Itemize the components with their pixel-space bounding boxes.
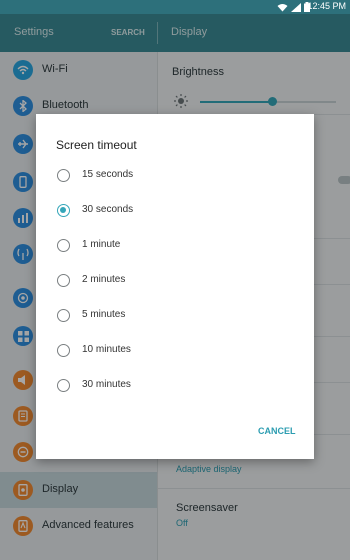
- wifi-icon: [277, 3, 288, 11]
- radio-button[interactable]: [57, 379, 70, 392]
- timeout-option[interactable]: 5 minutes: [36, 301, 314, 331]
- radio-button[interactable]: [57, 309, 70, 322]
- option-label: 1 minute: [82, 239, 121, 250]
- option-label: 15 seconds: [82, 169, 134, 180]
- option-label: 10 minutes: [82, 344, 131, 355]
- radio-button[interactable]: [57, 169, 70, 182]
- option-label: 5 minutes: [82, 309, 126, 320]
- timeout-option[interactable]: 30 minutes: [36, 371, 314, 401]
- radio-button[interactable]: [57, 274, 70, 287]
- timeout-option[interactable]: 1 minute: [36, 231, 314, 261]
- option-label: 2 minutes: [82, 274, 126, 285]
- screen-timeout-dialog: Screen timeout 15 seconds 30 seconds 1 m…: [36, 114, 314, 459]
- timeout-option[interactable]: 2 minutes: [36, 266, 314, 296]
- radio-button-selected[interactable]: [57, 204, 70, 217]
- radio-button[interactable]: [57, 239, 70, 252]
- cancel-button[interactable]: CANCEL: [258, 426, 296, 436]
- status-time: 12:45 PM: [307, 1, 346, 11]
- option-label: 30 seconds: [82, 204, 134, 215]
- status-icons: [277, 2, 310, 12]
- timeout-option[interactable]: 15 seconds: [36, 161, 314, 191]
- signal-icon: [291, 2, 301, 12]
- timeout-option[interactable]: 10 minutes: [36, 336, 314, 366]
- radio-button[interactable]: [57, 344, 70, 357]
- timeout-option[interactable]: 30 seconds: [36, 196, 314, 226]
- status-bar: 12:45 PM: [0, 0, 350, 14]
- option-label: 30 minutes: [82, 379, 131, 390]
- dialog-title: Screen timeout: [56, 138, 137, 152]
